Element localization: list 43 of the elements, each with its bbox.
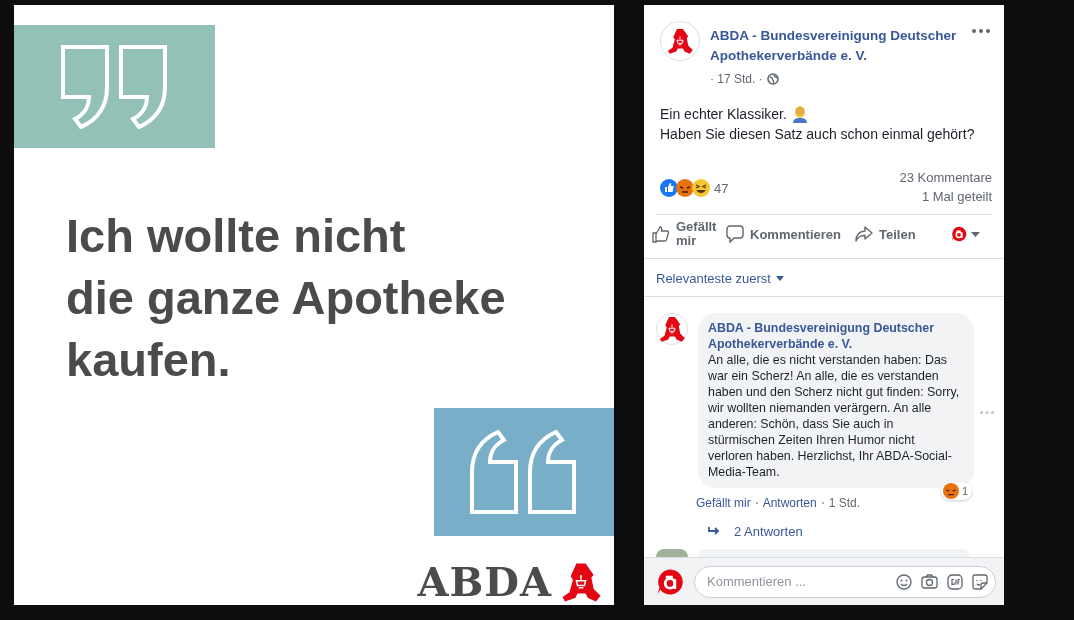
comment-time[interactable]: 1 Std.: [828, 496, 861, 510]
more-options-icon[interactable]: [972, 29, 990, 33]
comments-count-link[interactable]: 23 Kommentare: [899, 170, 992, 185]
comment-text: ABDA - Bundesvereinigung Deutscher Apothekerverbände e. V. An alle, die es nicht verstanden haben: Das war ein Scherz! An alle, die es verstanden haben und den Scherz nicht gut finden: Sorry, wir wollten niemanden verärgern. An alle anderen: Schön, dass Sie auch in stürmischen Zeiten Ihren Humor nicht verloren haben. Herzlichst, Ihr ABDA-Social-Media-Team.: [708, 320, 962, 479]
like-link[interactable]: Gefällt mir: [696, 496, 751, 510]
share-arrow-icon: [855, 226, 874, 242]
speech-bubble-icon: [726, 225, 744, 243]
like-reaction-icon[interactable]: [660, 179, 678, 197]
quote-line: die ganze Apotheke: [66, 270, 506, 326]
thumbs-up-icon: [652, 225, 670, 243]
caret-icon: [971, 231, 980, 237]
angry-reaction-icon: [942, 483, 959, 499]
commenter-name-link[interactable]: ABDA - Bundesvereinigung Deutscher Apothekerverbände e. V.: [708, 320, 962, 352]
pharmacy-logo-icon: [657, 314, 687, 344]
post-as-selector[interactable]: [951, 226, 980, 242]
pharmacy-logo-icon: [665, 26, 695, 56]
sticker-icon[interactable]: [972, 573, 988, 590]
comment-button[interactable]: Kommentieren: [726, 225, 842, 243]
reply-link[interactable]: Antworten: [762, 496, 817, 510]
share-button[interactable]: Teilen: [855, 226, 916, 242]
laughing-reaction-icon[interactable]: [692, 179, 710, 197]
reaction-count[interactable]: 47: [714, 180, 729, 196]
page-name-link[interactable]: ABDA - Bundesvereinigung Deutscher Apothekerverbände e. V.: [710, 26, 970, 66]
reaction-badge[interactable]: 1: [940, 482, 972, 500]
replies-link[interactable]: 2 Antworten: [708, 524, 803, 539]
globe-icon: [766, 73, 779, 85]
gif-icon[interactable]: [947, 573, 963, 590]
account-logo-icon: [951, 226, 967, 242]
sort-dropdown[interactable]: Relevanteste zuerst: [644, 259, 796, 296]
camera-icon[interactable]: [921, 573, 938, 589]
comment-input-field[interactable]: Kommentieren ...: [694, 565, 996, 598]
emoji-icon[interactable]: [896, 573, 912, 590]
logo-text: ABDA: [417, 558, 552, 605]
quote-line: Ich wollte nicht: [66, 208, 406, 264]
quote-line: kaufen.: [66, 332, 231, 388]
shares-count-link[interactable]: 1 Mal geteilt: [921, 189, 992, 204]
post-text-line: Haben Sie diesen Satz auch schon einmal gehört?: [660, 125, 975, 144]
post-text-line: Ein echter Klassiker.: [660, 105, 787, 124]
angry-reaction-icon[interactable]: [676, 179, 694, 197]
account-logo-icon[interactable]: [656, 567, 684, 596]
caret-icon: [775, 276, 784, 281]
post-time[interactable]: · 17 Std. ·: [710, 72, 763, 86]
reply-arrow-icon: [708, 527, 720, 536]
